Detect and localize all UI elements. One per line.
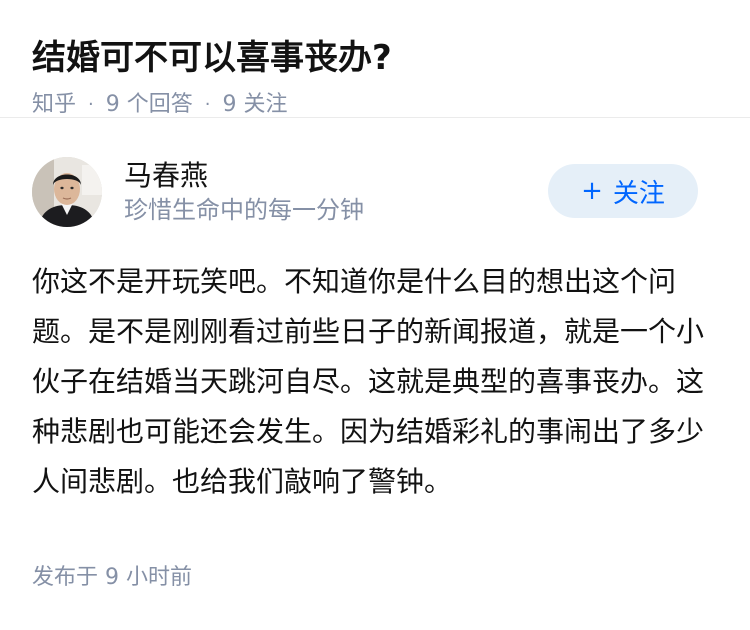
meta-separator: · [204, 94, 211, 115]
answer-content: 你这不是开玩笑吧。不知道你是什么目的想出这个问题。是不是刚刚看过前些日子的新闻报… [32, 265, 705, 498]
meta-separator: · [88, 94, 94, 115]
question-header: 结婚可不可以喜事丧办? 知乎 · 9 个回答 · 9 关注 [0, 0, 750, 118]
source-label[interactable]: 知乎 [32, 90, 76, 120]
answer-card: 马春燕 珍惜生命中的每一分钟 + 关注 你这不是开玩笑吧。不知道你是什么目的想出… [0, 118, 750, 507]
follow-label: 关注 [612, 178, 665, 209]
answer-count[interactable]: 9 个回答 [106, 90, 193, 120]
author-row: 马春燕 珍惜生命中的每一分钟 + 关注 [32, 152, 718, 232]
question-meta: 知乎 · 9 个回答 · 9 关注 [32, 90, 718, 120]
plus-icon: + [581, 176, 603, 206]
avatar[interactable] [32, 157, 102, 227]
author-bio: 珍惜生命中的每一分钟 [124, 196, 364, 224]
avatar-image [32, 157, 102, 227]
follower-count: 9 关注 [222, 92, 288, 117]
publish-time: 发布于 9 小时前 [32, 565, 192, 590]
author-info: 马春燕 珍惜生命中的每一分钟 [124, 158, 364, 226]
question-title[interactable]: 结婚可不可以喜事丧办? [32, 34, 718, 82]
follow-button[interactable]: + 关注 [548, 164, 698, 218]
author-name[interactable]: 马春燕 [124, 158, 364, 194]
